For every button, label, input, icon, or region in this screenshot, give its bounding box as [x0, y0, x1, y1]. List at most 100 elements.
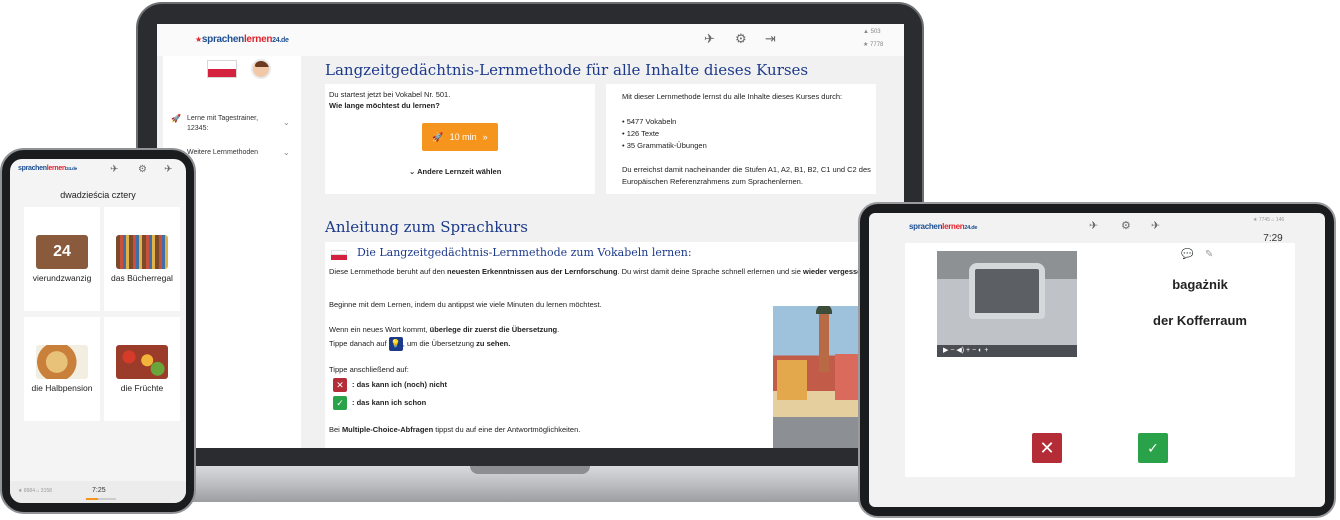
info-outro: Du erreichst damit nacheinander die Stuf… — [622, 165, 871, 186]
logo-part-1: sprachen — [201, 34, 244, 45]
answer-image — [36, 345, 88, 379]
edit-icon[interactable]: ✎ — [1205, 249, 1213, 260]
old-town-image — [773, 306, 869, 448]
airplane-icon[interactable]: ✈ — [1089, 219, 1098, 233]
dont-know-button[interactable]: ✕ — [1032, 433, 1062, 463]
phone-frame: sprachenlernen24.de ✈ ⚙ ✈ dwadzieścia cz… — [0, 148, 196, 514]
answer-tile[interactable]: die Halbpension — [24, 317, 100, 421]
other-time-link[interactable]: ⌄ Andere Lernzeit wählen — [409, 166, 501, 178]
gear-icon[interactable]: ⚙ — [138, 163, 147, 177]
know-text: : das kann ich schon — [352, 398, 427, 407]
guide-paragraph-3: Wenn ein neues Wort kommt, überlege dir … — [329, 324, 559, 336]
text: Diese Lernmethode beruht auf den — [329, 267, 447, 276]
flashcard: ▶ − ◀) + − ◐ + 💬 ✎ bagażnik der Kofferra… — [905, 243, 1295, 477]
answer-tile[interactable]: die Früchte — [104, 317, 180, 421]
tablet-frame: sprachenlernen24.de ✈ ⚙ ✈ ★ 7745 ⌂ 146 7… — [858, 202, 1336, 518]
logo-star-icon: ★ — [195, 35, 202, 44]
dont-know-text: : das kann ich (noch) nicht — [352, 380, 448, 389]
airplane-icon[interactable]: ✈ — [704, 32, 715, 46]
text: . — [557, 325, 560, 334]
lightbulb-icon: 💡 — [388, 337, 403, 351]
vocab-count-stat: ▲ 503 — [863, 29, 881, 35]
poland-flag-icon — [331, 250, 347, 260]
close-icon: ✕ — [333, 378, 347, 392]
answer-image: 24 — [36, 235, 88, 269]
sidebar-item-tagestrainer[interactable]: 🚀 Lerne mit Tagestrainer, 12345: ⌄ — [171, 114, 295, 136]
answer-label: vierundzwanzig — [32, 273, 92, 283]
avatar[interactable] — [251, 59, 271, 79]
logout-icon[interactable]: ⇥ — [765, 32, 776, 46]
chevron-down-icon: ⌄ — [283, 148, 290, 157]
guide-subtitle: Die Langzeitgedächtnis-Lernmethode zum V… — [357, 246, 692, 259]
logo-part-1: sprachen — [909, 222, 943, 231]
chevron-down-icon: ⌄ — [409, 167, 416, 176]
logo-part-3: 24.de — [65, 167, 77, 172]
double-arrow-icon: » — [482, 132, 488, 142]
info-item: 35 Grammatik-Übungen — [622, 140, 707, 152]
site-logo[interactable]: sprachenlernen24.de — [909, 222, 977, 231]
other-time-label: Andere Lernzeit wählen — [417, 167, 502, 176]
session-timer: 7:25 — [92, 487, 106, 494]
text: Bei — [329, 425, 342, 434]
media-controls[interactable]: ▶ − ◀) + − ◐ + — [937, 345, 1077, 357]
info-item: 126 Texte — [622, 128, 659, 140]
logo-part-2: lernen — [46, 165, 67, 172]
guide-paragraph-5: Tippe anschließend auf: — [329, 365, 409, 374]
phone-screen: sprachenlernen24.de ✈ ⚙ ✈ dwadzieścia cz… — [10, 159, 186, 503]
course-info-card: Mit dieser Lernmethode lernst du alle In… — [606, 84, 876, 194]
logo-part-1: sprachen — [18, 165, 47, 172]
text-bold: überlege dir zuerst die Übersetzung — [429, 325, 558, 334]
stats-text: ★ 7745 ⌂ 146 — [1253, 217, 1285, 223]
logo-part-3: 24.de — [272, 37, 289, 44]
text: . Du wirst damit deine Sprache schnell e… — [617, 267, 803, 276]
stats-text: ★ 8984 ⌂ 3158 — [18, 488, 52, 494]
tablet-screen: sprachenlernen24.de ✈ ⚙ ✈ ★ 7745 ⌂ 146 7… — [869, 213, 1325, 507]
answer-tile[interactable]: das Bücherregal — [104, 207, 180, 311]
start-10-min-button[interactable]: 🚀 10 min » — [422, 123, 498, 151]
vocab-count: 503 — [870, 29, 881, 35]
gear-icon[interactable]: ⚙ — [1121, 219, 1131, 233]
answer-image — [116, 345, 168, 379]
session-progress — [86, 498, 116, 500]
guide-paragraph-2: Beginne mit dem Lernen, indem du antipps… — [329, 300, 602, 309]
airplane-icon[interactable]: ✈ — [110, 163, 118, 177]
answer-label: das Bücherregal — [111, 273, 173, 283]
gear-icon[interactable]: ⚙ — [735, 32, 747, 46]
question-word: dwadzieścia cztery — [60, 190, 136, 200]
word-polish: bagażnik — [1172, 277, 1228, 292]
answer-label: die Halbpension — [31, 383, 93, 393]
check-icon: ✓ — [333, 396, 347, 410]
logo-part-2: lernen — [942, 222, 965, 231]
text: Wenn ein neues Wort kommt, — [329, 325, 430, 334]
sidebar-item-label: Weitere Lernmethoden — [187, 149, 259, 156]
airplane-off-icon[interactable]: ✈ — [164, 163, 172, 177]
text-bold: neuesten Erkenntnissen aus der Lernforsc… — [447, 267, 618, 276]
airplane-off-icon[interactable]: ✈ — [1151, 219, 1160, 233]
guide-paragraph-1: Diese Lernmethode beruht auf den neueste… — [329, 266, 889, 278]
site-logo[interactable]: ★sprachenlernen24.de — [195, 34, 289, 45]
start-button-label: 10 min — [449, 132, 477, 142]
laptop-header: ★sprachenlernen24.de ✈ ⚙ ⇥ ▲ 503 ★ 7778 — [157, 24, 904, 56]
car-trunk-image — [937, 251, 1077, 345]
laptop-screen: ★sprachenlernen24.de ✈ ⚙ ⇥ ▲ 503 ★ 7778 … — [157, 24, 904, 448]
know-button[interactable]: ✓ — [1138, 433, 1168, 463]
rocket-icon: 🚀 — [171, 114, 181, 123]
chevron-down-icon: ⌄ — [283, 118, 290, 127]
stars-count: 7778 — [870, 42, 884, 48]
answer-tile[interactable]: 24 vierundzwanzig — [24, 207, 100, 311]
site-logo[interactable]: sprachenlernen24.de — [18, 165, 77, 172]
text: , um die Übersetzung — [402, 338, 477, 348]
stars-stat: ★ 7778 — [863, 42, 884, 48]
comment-icon[interactable]: 💬 — [1181, 249, 1193, 260]
answer-image — [116, 235, 168, 269]
guide-paragraph-6: Bei Multiple-Choice-Abfragen tippst du a… — [329, 424, 580, 436]
guide-paragraph-4: Tippe danach auf 💡, um die Übersetzung z… — [329, 337, 510, 351]
info-item: 5477 Vokabeln — [622, 116, 677, 128]
poland-flag-icon[interactable] — [207, 60, 237, 78]
phone-footer: ★ 8984 ⌂ 3158 7:25 — [10, 481, 186, 503]
text-bold: Multiple-Choice-Abfragen — [341, 425, 434, 434]
laptop-notch — [470, 466, 590, 474]
word-german: der Kofferraum — [1153, 313, 1247, 328]
info-intro: Mit dieser Lernmethode lernst du alle In… — [622, 92, 843, 101]
text-bold: zu sehen. — [476, 338, 511, 348]
